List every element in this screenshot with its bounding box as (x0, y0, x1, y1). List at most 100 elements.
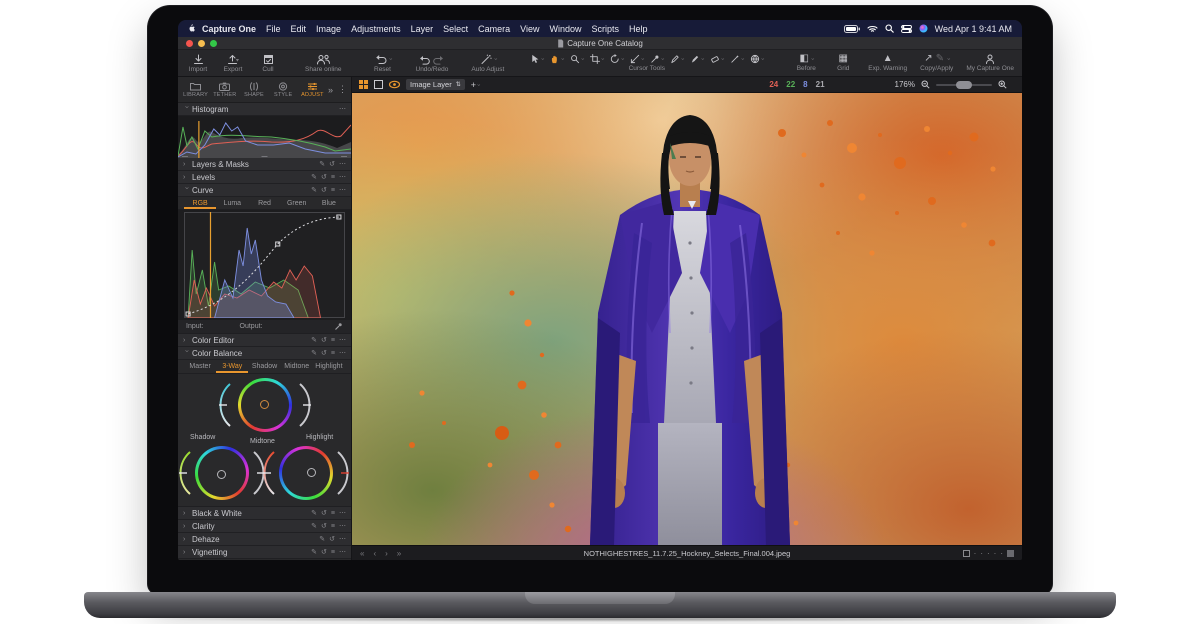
color-balance-presets-icon[interactable]: ≡ (331, 350, 335, 357)
zoom-in-icon[interactable] (998, 80, 1007, 89)
bw-edit-icon[interactable]: ✎ (311, 510, 317, 517)
bw-more-icon[interactable]: ⋯ (339, 510, 346, 517)
vignetting-more-icon[interactable]: ⋯ (339, 549, 346, 556)
rotate-tool-button[interactable]: › (610, 54, 623, 64)
tab-adjust[interactable]: ADJUST (299, 82, 326, 98)
photo-canvas[interactable] (352, 93, 1022, 545)
select-tool-button[interactable]: › (530, 54, 543, 64)
zoom-window-button[interactable] (210, 40, 217, 47)
nav-next-icon[interactable]: › (385, 549, 388, 558)
curve-chart[interactable] (178, 210, 351, 320)
eyedropper-tool-button[interactable]: › (650, 54, 663, 64)
curve-reset-icon[interactable]: ↺ (321, 187, 327, 194)
panel-header-histogram[interactable]: › Histogram ⋯ (178, 103, 351, 116)
highlight-lightness-slider[interactable] (336, 450, 350, 496)
cb-tab-master[interactable]: Master (184, 360, 216, 373)
exposure-warning-button[interactable]: ▲ Exp. Warning (868, 54, 907, 72)
cb-tab-midtone[interactable]: Midtone (281, 360, 313, 373)
levels-reset-icon[interactable]: ↺ (321, 174, 327, 181)
curve-presets-icon[interactable]: ≡ (331, 187, 335, 194)
panel-header-clarity[interactable]: › Clarity ✎ ↺ ≡ ⋯ (178, 520, 351, 533)
bw-presets-icon[interactable]: ≡ (331, 510, 335, 517)
siri-icon[interactable] (919, 24, 928, 33)
tab-shape[interactable]: SHAPE (240, 82, 267, 98)
midtone-wheel-marker[interactable] (260, 400, 269, 409)
gradient-mask-tool-button[interactable]: › (730, 54, 743, 64)
import-button[interactable]: Import (186, 54, 210, 73)
nav-prev-icon[interactable]: ‹ (373, 549, 376, 558)
zoom-slider[interactable] (936, 84, 992, 86)
layer-select[interactable]: Image Layer ⇅ (406, 79, 465, 90)
menu-item-image[interactable]: Image (311, 24, 346, 34)
shadow-saturation-slider[interactable] (178, 450, 192, 496)
panel-header-curve[interactable]: › Curve ✎ ↺ ≡ ⋯ (178, 184, 351, 197)
menu-item-edit[interactable]: Edit (286, 24, 312, 34)
curve-edit-icon[interactable]: ✎ (311, 187, 317, 194)
color-editor-more-icon[interactable]: ⋯ (339, 337, 346, 344)
clarity-more-icon[interactable]: ⋯ (339, 523, 346, 530)
search-icon[interactable] (885, 24, 894, 33)
color-balance-more-icon[interactable]: ⋯ (339, 350, 346, 357)
highlight-wheel[interactable] (279, 446, 333, 500)
curve-tab-rgb[interactable]: RGB (184, 197, 216, 209)
panel-header-color-editor[interactable]: › Color Editor ✎ ↺ ≡ ⋯ (178, 334, 351, 347)
tab-library[interactable]: LIBRARY (182, 82, 209, 98)
bw-reset-icon[interactable]: ↺ (321, 510, 327, 517)
color-tag-icon[interactable] (963, 550, 970, 557)
draw-mask-tool-button[interactable]: › (670, 54, 683, 64)
panel-header-color-balance[interactable]: › Color Balance ✎ ↺ ≡ ⋯ (178, 347, 351, 360)
histogram-more-icon[interactable]: ⋯ (339, 106, 346, 113)
close-window-button[interactable] (186, 40, 193, 47)
layers-edit-icon[interactable]: ✎ (319, 161, 325, 168)
panel-header-levels[interactable]: › Levels ✎ ↺ ≡ ⋯ (178, 171, 351, 184)
panel-header-dehaze[interactable]: › Dehaze ✎ ↺ ⋯ (178, 533, 351, 546)
reset-button[interactable]: › Reset (371, 54, 395, 73)
dehaze-reset-icon[interactable]: ↺ (329, 536, 335, 543)
pan-tool-button[interactable]: › (550, 54, 563, 64)
crop-tool-button[interactable]: › (590, 54, 603, 64)
menu-item-window[interactable]: Window (545, 24, 587, 34)
dehaze-edit-icon[interactable]: ✎ (319, 536, 325, 543)
magic-brush-tool-button[interactable]: › (690, 54, 703, 64)
menu-item-capture-one[interactable]: Capture One (197, 24, 261, 34)
curve-more-icon[interactable]: ⋯ (339, 187, 346, 194)
vignetting-reset-icon[interactable]: ↺ (321, 549, 327, 556)
highlight-saturation-slider[interactable] (262, 450, 276, 496)
control-center-icon[interactable] (901, 25, 912, 33)
menu-item-camera[interactable]: Camera (473, 24, 515, 34)
color-editor-reset-icon[interactable]: ↺ (321, 337, 327, 344)
menu-item-file[interactable]: File (261, 24, 286, 34)
layers-more-icon[interactable]: ⋯ (339, 161, 346, 168)
menu-clock[interactable]: Wed Apr 1 9:41 AM (935, 24, 1012, 34)
wifi-icon[interactable] (867, 25, 878, 33)
menu-item-adjustments[interactable]: Adjustments (346, 24, 406, 34)
vignetting-edit-icon[interactable]: ✎ (311, 549, 317, 556)
clarity-edit-icon[interactable]: ✎ (311, 523, 317, 530)
erase-mask-tool-button[interactable]: › (710, 54, 723, 64)
color-balance-edit-icon[interactable]: ✎ (311, 350, 317, 357)
more-tabs-icon[interactable]: » (328, 85, 333, 95)
panel-header-black-white[interactable]: › Black & White ✎ ↺ ≡ ⋯ (178, 507, 351, 520)
auto-adjust-button[interactable]: › Auto Adjust (471, 54, 504, 73)
battery-icon[interactable] (844, 25, 860, 33)
minimize-window-button[interactable] (198, 40, 205, 47)
curve-tab-red[interactable]: Red (248, 197, 280, 209)
tab-style[interactable]: STYLE (270, 82, 297, 98)
my-capture-one-button[interactable]: My Capture One (966, 54, 1014, 72)
undo-redo-button[interactable]: Undo/Redo (416, 54, 449, 73)
tab-options-icon[interactable]: ⋮ (338, 84, 347, 95)
clarity-presets-icon[interactable]: ≡ (331, 523, 335, 530)
export-button[interactable]: Export (221, 54, 245, 73)
zoom-level[interactable]: 176% (895, 80, 915, 89)
tab-tether[interactable]: TETHER (211, 82, 238, 98)
curve-picker-icon[interactable] (334, 322, 343, 331)
menu-item-scripts[interactable]: Scripts (587, 24, 625, 34)
nav-first-icon[interactable]: « (360, 549, 364, 558)
menu-item-help[interactable]: Help (624, 24, 653, 34)
heal-tool-button[interactable]: › (750, 54, 763, 64)
levels-presets-icon[interactable]: ≡ (331, 174, 335, 181)
curve-tab-luma[interactable]: Luma (216, 197, 248, 209)
menu-item-layer[interactable]: Layer (406, 24, 439, 34)
cb-tab-highlight[interactable]: Highlight (313, 360, 345, 373)
share-online-button[interactable]: Share online (305, 54, 342, 73)
